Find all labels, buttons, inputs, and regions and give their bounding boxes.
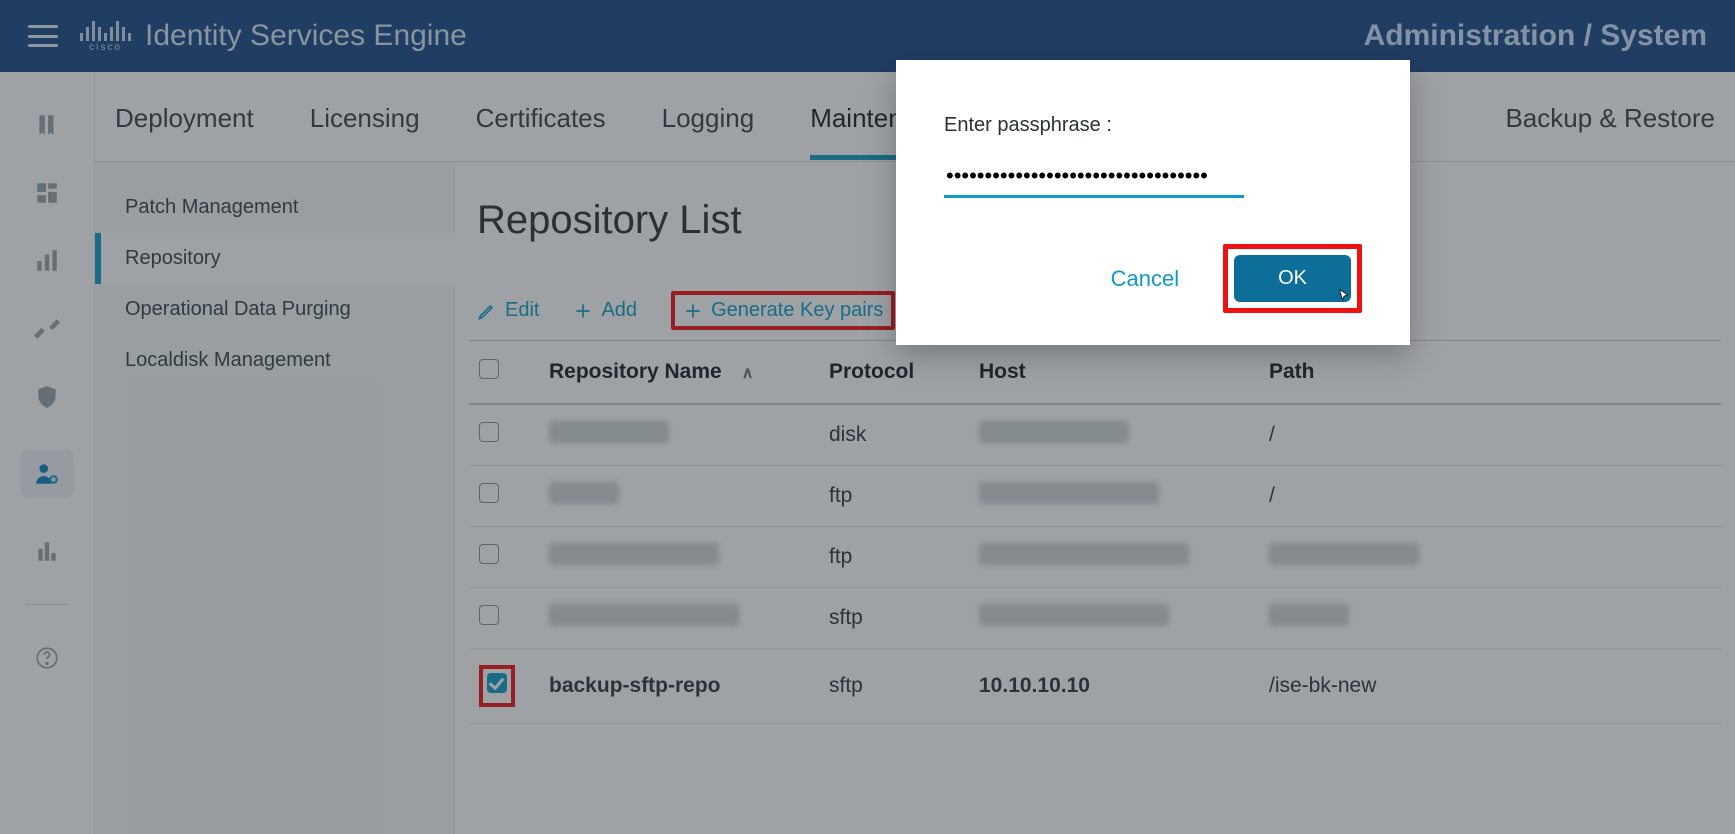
passphrase-label: Enter passphrase : bbox=[944, 114, 1362, 137]
highlight-ok: OK bbox=[1223, 244, 1362, 313]
modal-overlay[interactable] bbox=[0, 0, 1735, 834]
passphrase-input[interactable] bbox=[944, 159, 1244, 198]
passphrase-dialog: Enter passphrase : Cancel OK bbox=[896, 60, 1410, 345]
cursor-icon bbox=[1335, 286, 1353, 308]
ok-button[interactable]: OK bbox=[1234, 255, 1351, 302]
cancel-button[interactable]: Cancel bbox=[1111, 266, 1179, 292]
